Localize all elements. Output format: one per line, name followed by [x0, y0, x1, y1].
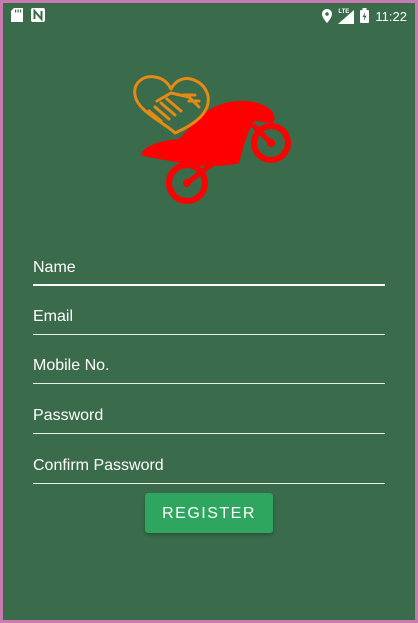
email-underline: [33, 334, 385, 335]
app-logo: [127, 71, 293, 205]
password-input[interactable]: [33, 391, 385, 431]
name-underline: [33, 284, 385, 286]
confirm-password-input[interactable]: [33, 441, 385, 481]
password-field[interactable]: [33, 391, 385, 435]
name-input[interactable]: [33, 243, 385, 283]
confirm-password-field[interactable]: [33, 441, 385, 485]
clock: 11:22: [375, 9, 407, 24]
network-label: LTE: [338, 9, 350, 15]
email-field[interactable]: [33, 292, 385, 336]
name-field[interactable]: [33, 243, 385, 287]
app-screen: LTE 11:22 Name Email Mobile No. REGISTER: [3, 3, 415, 620]
register-button[interactable]: REGISTER: [145, 493, 273, 533]
location-icon: [322, 8, 333, 26]
password-underline: [33, 433, 385, 434]
sd-card-icon: [11, 8, 23, 25]
status-bar: LTE 11:22: [3, 3, 415, 29]
mobile-underline: [33, 383, 385, 384]
mobile-field[interactable]: [33, 341, 385, 385]
mobile-input[interactable]: [33, 341, 385, 381]
battery-icon: [360, 8, 370, 26]
lte-signal-icon: LTE: [338, 9, 355, 24]
n-notification-icon: [31, 8, 45, 25]
email-input[interactable]: [33, 292, 385, 332]
confirm-password-underline: [33, 483, 385, 484]
